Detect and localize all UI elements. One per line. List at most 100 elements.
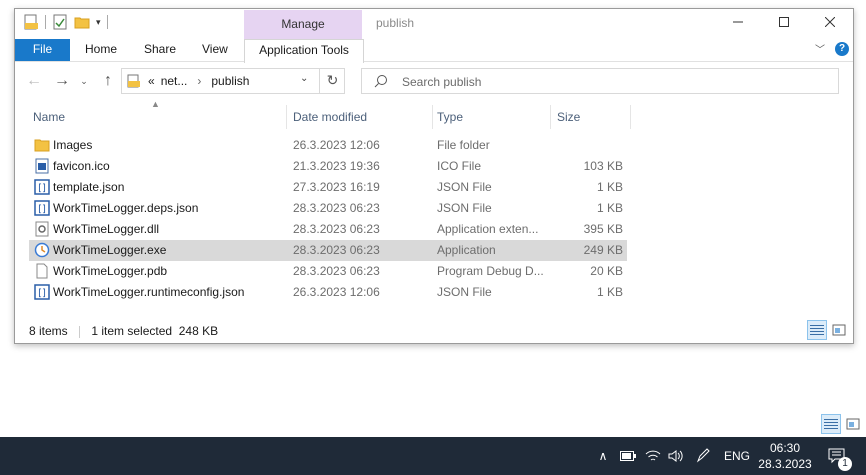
file-type: Application bbox=[437, 243, 496, 257]
exe-file-icon bbox=[34, 242, 50, 258]
details-view-icon bbox=[824, 419, 838, 429]
address-overflow[interactable]: « bbox=[148, 74, 155, 88]
file-type: Application exten... bbox=[437, 222, 539, 236]
maximize-icon bbox=[779, 17, 789, 27]
qat-divider bbox=[106, 15, 108, 29]
file-date: 28.3.2023 06:23 bbox=[293, 264, 380, 278]
file-name: favicon.ico bbox=[53, 159, 110, 173]
file-type: File folder bbox=[437, 138, 490, 152]
language-indicator[interactable]: ENG bbox=[722, 437, 752, 475]
chevron-up-icon: ∧ bbox=[598, 449, 608, 463]
clock[interactable]: 06:30 28.3.2023 bbox=[756, 437, 814, 475]
tab-file[interactable]: File bbox=[15, 39, 70, 61]
chevron-down-icon: ⌄ bbox=[80, 76, 88, 86]
show-hidden-icons-button[interactable]: ∧ bbox=[594, 437, 612, 475]
file-row-pdb[interactable]: WorkTimeLogger.pdb 28.3.2023 06:23 Progr… bbox=[29, 261, 627, 282]
file-size: 1 KB bbox=[596, 201, 623, 215]
file-row-runtimeconfig[interactable]: [] WorkTimeLogger.runtimeconfig.json 26.… bbox=[29, 282, 627, 303]
blank-file-icon bbox=[36, 263, 48, 279]
column-header-name[interactable]: Name bbox=[29, 105, 287, 129]
new-folder-icon[interactable] bbox=[74, 14, 90, 30]
forward-button[interactable]: → bbox=[51, 70, 73, 92]
quick-access-toolbar: ▾ bbox=[23, 14, 108, 30]
file-size: 1 KB bbox=[596, 285, 623, 299]
address-bar[interactable]: « net... › publish ⌄ bbox=[121, 68, 345, 94]
status-divider bbox=[79, 325, 81, 338]
customize-qat-icon[interactable]: ▾ bbox=[96, 17, 101, 28]
expand-ribbon-icon[interactable]: ﹀ bbox=[815, 41, 825, 56]
svg-text:[]: [] bbox=[38, 183, 46, 194]
file-date: 21.3.2023 19:36 bbox=[293, 159, 380, 173]
view-toggle bbox=[807, 320, 849, 340]
column-header-type[interactable]: Type bbox=[433, 105, 551, 129]
json-file-icon: [] bbox=[34, 179, 50, 195]
file-name: WorkTimeLogger.runtimeconfig.json bbox=[53, 285, 245, 299]
file-date: 28.3.2023 06:23 bbox=[293, 243, 380, 257]
search-icon bbox=[374, 75, 387, 88]
file-type: ICO File bbox=[437, 159, 482, 173]
folder-properties-icon[interactable] bbox=[23, 14, 39, 30]
details-view-button[interactable] bbox=[821, 414, 841, 434]
file-date: 27.3.2023 16:19 bbox=[293, 180, 380, 194]
file-row-exe[interactable]: WorkTimeLogger.exe 28.3.2023 06:23 Appli… bbox=[29, 240, 627, 261]
navigation-bar: ← → ⌄ ↑ « net... › publish ⌄ ↻ Search pu… bbox=[15, 66, 853, 98]
taskbar: ∧ ENG 06:30 28.3.2023 1 bbox=[0, 437, 866, 475]
desktop-view-toggle bbox=[821, 414, 863, 434]
json-file-icon: [] bbox=[34, 284, 50, 300]
column-header-size[interactable]: Size bbox=[553, 105, 631, 129]
folder-icon bbox=[127, 74, 140, 88]
tab-application-tools[interactable]: Application Tools bbox=[244, 39, 364, 63]
search-box[interactable]: Search publish bbox=[361, 68, 839, 94]
json-file-icon: [] bbox=[34, 200, 50, 216]
chevron-right-icon[interactable]: › bbox=[197, 74, 201, 88]
volume-icon[interactable] bbox=[666, 437, 686, 475]
manage-context-group: Manage bbox=[244, 10, 362, 39]
status-bar: 8 items 1 item selected 248 KB bbox=[29, 324, 218, 338]
minimize-icon bbox=[733, 21, 743, 23]
action-center-button[interactable]: 1 bbox=[822, 437, 852, 475]
back-button[interactable]: ← bbox=[23, 70, 45, 92]
file-date: 26.3.2023 12:06 bbox=[293, 138, 380, 152]
battery-icon[interactable] bbox=[618, 437, 638, 475]
file-name: template.json bbox=[53, 180, 125, 194]
file-size: 103 KB bbox=[583, 159, 623, 173]
file-row-favicon[interactable]: favicon.ico 21.3.2023 19:36 ICO File 103… bbox=[29, 156, 627, 177]
large-icons-view-button[interactable] bbox=[843, 414, 863, 434]
file-size: 249 KB bbox=[583, 243, 623, 257]
file-type: JSON File bbox=[437, 180, 492, 194]
pen-icon[interactable] bbox=[692, 437, 714, 475]
address-history-chevron-icon[interactable]: ⌄ bbox=[300, 73, 308, 84]
up-button[interactable]: ↑ bbox=[97, 70, 119, 92]
item-count: 8 items bbox=[29, 324, 68, 338]
address-segment-publish[interactable]: publish bbox=[211, 74, 249, 88]
file-row-dll[interactable]: WorkTimeLogger.dll 28.3.2023 06:23 Appli… bbox=[29, 219, 627, 240]
address-segment-net[interactable]: net... bbox=[161, 74, 188, 88]
refresh-button[interactable]: ↻ bbox=[319, 68, 345, 94]
tab-home[interactable]: Home bbox=[85, 39, 117, 61]
wifi-icon[interactable] bbox=[642, 437, 664, 475]
minimize-button[interactable] bbox=[715, 9, 761, 35]
file-name: WorkTimeLogger.exe bbox=[53, 243, 167, 257]
ribbon-tab-bar: File Home Share View Application Tools ﹀… bbox=[15, 39, 853, 63]
tab-share[interactable]: Share bbox=[144, 39, 176, 61]
clock-time: 06:30 bbox=[769, 441, 801, 455]
tab-view[interactable]: View bbox=[202, 39, 228, 61]
properties-check-icon[interactable] bbox=[52, 14, 68, 30]
column-header-date-modified[interactable]: Date modified bbox=[289, 105, 433, 129]
folder-icon bbox=[34, 139, 50, 152]
selection-info: 1 item selected 248 KB bbox=[91, 324, 219, 338]
file-row-deps-json[interactable]: [] WorkTimeLogger.deps.json 28.3.2023 06… bbox=[29, 198, 627, 219]
details-view-button[interactable] bbox=[807, 320, 827, 340]
close-button[interactable] bbox=[807, 9, 853, 35]
file-row-template-json[interactable]: [] template.json 27.3.2023 16:19 JSON Fi… bbox=[29, 177, 627, 198]
file-name: WorkTimeLogger.pdb bbox=[53, 264, 168, 278]
file-type: JSON File bbox=[437, 285, 492, 299]
help-icon[interactable]: ? bbox=[835, 41, 849, 56]
recent-locations-button[interactable]: ⌄ bbox=[77, 70, 91, 92]
file-date: 26.3.2023 12:06 bbox=[293, 285, 380, 299]
maximize-button[interactable] bbox=[761, 9, 807, 35]
large-icons-view-button[interactable] bbox=[829, 320, 849, 340]
title-bar: ▾ Manage publish bbox=[15, 9, 853, 39]
file-row-images[interactable]: Images 26.3.2023 12:06 File folder bbox=[29, 135, 627, 156]
qat-divider bbox=[45, 15, 46, 29]
